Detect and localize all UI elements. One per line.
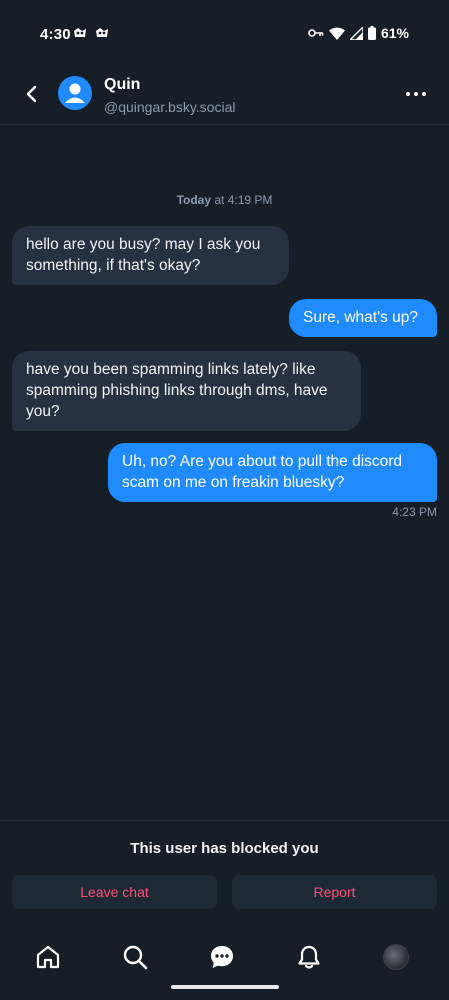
status-time: 4:30: [40, 26, 71, 43]
battery-percentage: 61%: [380, 25, 409, 41]
chat-icon: [211, 946, 233, 968]
blocked-notice: This user has blocked you Leave chat Rep…: [0, 820, 449, 924]
battery-icon: [367, 26, 376, 40]
chevron-left-icon: [26, 85, 37, 103]
blocked-message: This user has blocked you: [130, 840, 319, 857]
vpn-key-icon: [308, 29, 324, 37]
message-outgoing[interactable]: Sure, what's up?: [289, 299, 437, 337]
date-label-day: Today: [176, 193, 212, 207]
wifi-icon: [328, 27, 345, 40]
date-label-time: at 4:19 PM: [211, 193, 273, 207]
nav-profile[interactable]: [379, 940, 413, 974]
contact-name: Quin: [104, 76, 141, 93]
home-icon: [36, 945, 60, 969]
leave-chat-button[interactable]: Leave chat: [12, 875, 217, 909]
more-horizontal-icon: [406, 92, 426, 96]
status-bar: 4:30 61%: [0, 0, 449, 66]
search-icon: [123, 945, 148, 970]
bell-icon: [298, 945, 320, 969]
nav-chat[interactable]: [205, 940, 239, 974]
report-button[interactable]: Report: [232, 875, 437, 909]
back-button[interactable]: [20, 82, 42, 106]
chat-header: Quin @quingar.bsky.social: [0, 66, 449, 125]
nav-search[interactable]: [118, 940, 152, 974]
message-timestamp: 4:23 PM: [392, 505, 437, 519]
date-separator: Today at 4:19 PM: [0, 193, 449, 207]
home-indicator[interactable]: [171, 985, 279, 989]
cell-signal-icon: [349, 26, 363, 40]
status-notifications: [73, 27, 109, 39]
avatar[interactable]: [58, 76, 92, 110]
nav-notifications[interactable]: [292, 940, 326, 974]
message-outgoing[interactable]: Uh, no? Are you about to pull the discor…: [108, 443, 437, 502]
message-incoming[interactable]: hello are you busy? may I ask you someth…: [12, 226, 289, 285]
contact-handle: @quingar.bsky.social: [104, 99, 236, 115]
nav-home[interactable]: [31, 940, 65, 974]
message-incoming[interactable]: have you been spamming links lately? lik…: [12, 351, 361, 431]
app-notification-icon: [74, 28, 86, 37]
more-options-button[interactable]: [405, 84, 427, 104]
app-notification-icon: [96, 28, 108, 37]
profile-avatar: [383, 944, 409, 970]
default-avatar-icon: [65, 83, 85, 103]
status-system-icons: 61%: [308, 25, 409, 41]
